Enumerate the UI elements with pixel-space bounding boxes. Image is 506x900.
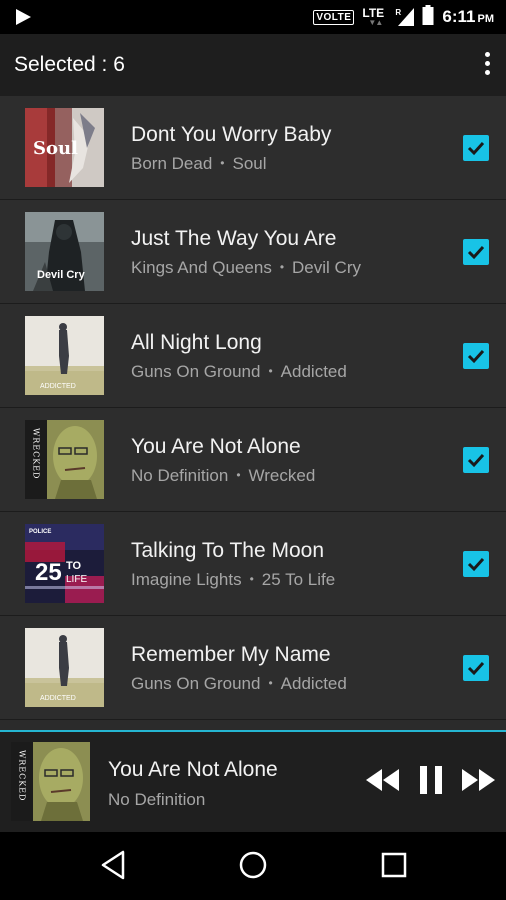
song-list: Soul Dont You Worry Baby Born Dead • Soul … — [0, 96, 506, 720]
battery-icon — [422, 4, 434, 30]
song-row[interactable]: POLICE 25 TO LIFE Talking To The Moon Im… — [0, 512, 506, 616]
song-meta: Guns On Ground • Addicted — [131, 362, 347, 381]
pause-icon[interactable] — [420, 766, 442, 799]
album-art-text: Soul — [33, 138, 78, 159]
song-meta: Imagine Lights • 25 To Life — [131, 570, 336, 589]
song-row[interactable]: ADDICTED All Night Long Guns On Ground • A… — [0, 304, 506, 408]
song-meta: Guns On Ground • Addicted — [131, 674, 347, 693]
album-art-text: TO — [66, 560, 82, 572]
now-playing-bar[interactable]: WRECKED You Are Not Alone No Definition — [0, 730, 506, 834]
select-checkbox[interactable] — [463, 343, 489, 369]
album-art-text: WRECKED — [32, 428, 41, 479]
album-art-text: POLICE — [29, 529, 51, 535]
album-art-text: Devil Cry — [37, 269, 86, 281]
album-art-text: 25 — [35, 559, 62, 586]
select-checkbox[interactable] — [463, 135, 489, 161]
song-row[interactable]: ADDICTED Remember My Name Guns On Ground… — [0, 616, 506, 720]
song-album: Devil Cry — [292, 258, 361, 277]
song-meta: No Definition • Wrecked — [131, 466, 316, 485]
select-checkbox[interactable] — [463, 239, 489, 265]
system-nav-bar — [0, 832, 506, 900]
album-art-soul: Soul — [25, 108, 104, 187]
album-art-25-to-life: POLICE 25 TO LIFE — [25, 524, 104, 603]
signal-icon — [398, 8, 415, 26]
status-icons: VOLTE LTE R ▼▲ 6:11 PM — [313, 0, 494, 34]
song-album: 25 To Life — [261, 570, 336, 589]
song-title: All Night Long — [131, 331, 262, 354]
song-title: Talking To The Moon — [131, 539, 325, 562]
recents-icon[interactable] — [380, 850, 408, 885]
play-icon — [14, 8, 32, 31]
song-artist: Imagine Lights — [131, 570, 242, 589]
selection-count-label: Selected : 6 — [14, 53, 125, 76]
song-meta: Born Dead • Soul — [131, 154, 267, 173]
album-art-addicted: ADDICTED — [25, 628, 104, 707]
song-artist: Kings And Queens — [131, 258, 272, 277]
clock: 6:11 PM — [442, 7, 494, 27]
now-playing-title: You Are Not Alone — [108, 758, 278, 781]
album-art-addicted: ADDICTED — [25, 316, 104, 395]
song-album: Soul — [232, 154, 267, 173]
selection-toolbar: Selected : 6 — [0, 34, 506, 96]
song-artist: Guns On Ground — [131, 362, 261, 381]
song-row[interactable]: Soul Dont You Worry Baby Born Dead • Soul — [0, 96, 506, 200]
song-artist: Guns On Ground — [131, 674, 261, 693]
song-row[interactable]: Devil Cry Just The Way You Are Kings And… — [0, 200, 506, 304]
volte-badge: VOLTE — [313, 9, 355, 25]
song-album: Addicted — [280, 674, 347, 693]
song-title: Remember My Name — [131, 643, 331, 666]
song-row[interactable]: WRECKED You Are Not Alone No Definition •… — [0, 408, 506, 512]
song-artist: Born Dead — [131, 154, 213, 173]
playback-controls — [366, 766, 496, 799]
album-art-text: ADDICTED — [40, 383, 76, 390]
select-checkbox[interactable] — [463, 655, 489, 681]
song-title: You Are Not Alone — [131, 435, 301, 458]
network-indicator: LTE R ▼▲ — [362, 5, 415, 29]
select-checkbox[interactable] — [463, 447, 489, 473]
select-checkbox[interactable] — [463, 551, 489, 577]
album-art-wrecked: WRECKED — [25, 420, 104, 499]
clock-time: 6:11 — [442, 7, 476, 26]
album-art-text: WRECKED — [18, 750, 27, 801]
album-art-text: LIFE — [66, 574, 87, 585]
song-artist: No Definition — [131, 466, 229, 485]
now-playing-artist: No Definition — [108, 790, 206, 809]
album-art-text: ADDICTED — [40, 695, 76, 702]
song-album: Wrecked — [248, 466, 316, 485]
overflow-menu-icon[interactable] — [482, 52, 492, 80]
album-art-devil-cry: Devil Cry — [25, 212, 104, 291]
home-icon[interactable] — [238, 850, 268, 885]
rewind-icon[interactable] — [366, 769, 400, 796]
fast-forward-icon[interactable] — [462, 769, 496, 796]
song-title: Dont You Worry Baby — [131, 123, 332, 146]
now-playing-album-art: WRECKED — [11, 742, 90, 821]
song-meta: Kings And Queens • Devil Cry — [131, 258, 361, 277]
status-bar: VOLTE LTE R ▼▲ 6:11 PM — [0, 0, 506, 34]
song-title: Just The Way You Are — [131, 227, 337, 250]
back-icon[interactable] — [100, 850, 126, 885]
clock-ampm: PM — [477, 13, 495, 25]
data-activity-icon: ▼▲ — [368, 18, 383, 27]
song-album: Addicted — [280, 362, 347, 381]
